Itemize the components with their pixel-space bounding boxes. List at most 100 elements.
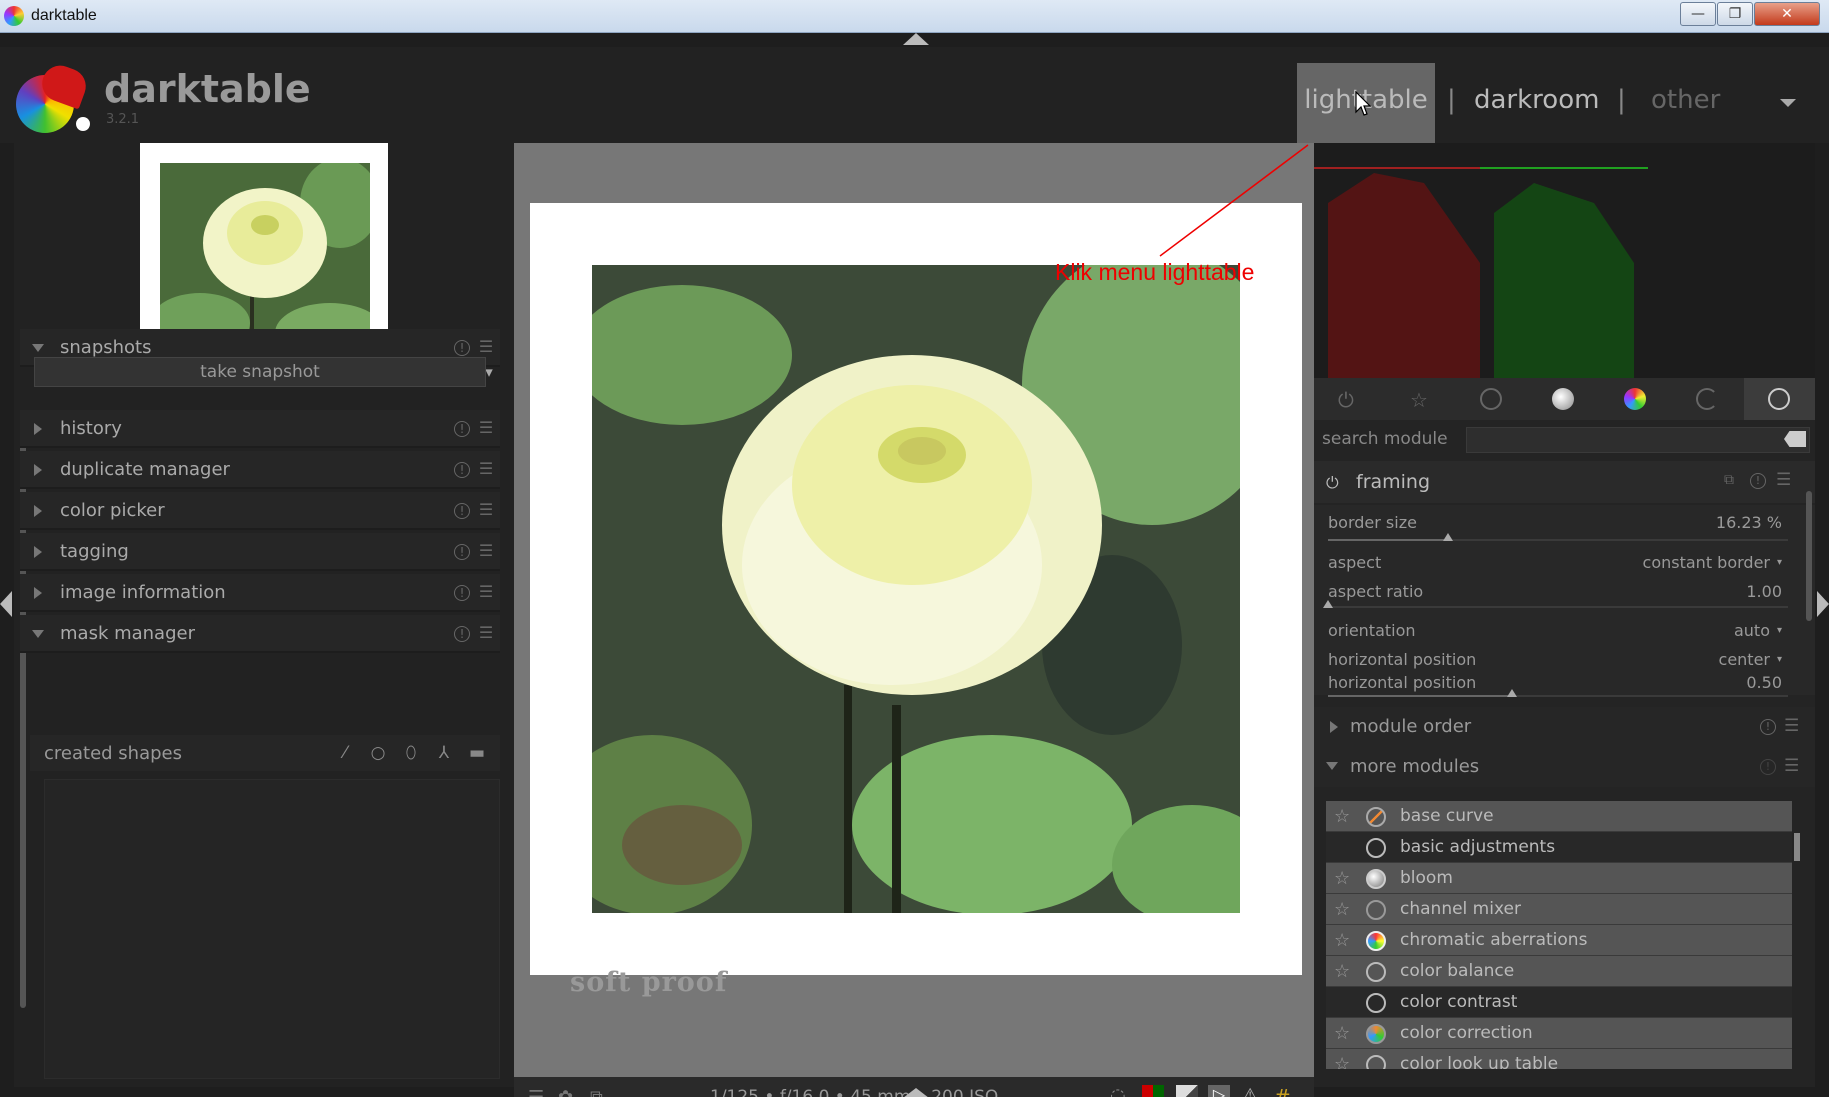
circle-shape-icon[interactable]: ○ <box>368 743 388 763</box>
gamut-check-icon[interactable]: ⚠ <box>1242 1085 1264 1097</box>
favorite-star-icon[interactable]: ☆ <box>1334 961 1350 982</box>
reset-icon[interactable]: ! <box>1760 719 1776 735</box>
view-dropdown-icon[interactable] <box>1780 99 1796 107</box>
reset-icon[interactable]: ! <box>454 503 470 519</box>
more-modules-header[interactable]: more modules ! ☰ <box>1314 747 1815 787</box>
module-duplicate-manager[interactable]: duplicate manager ! ☰ <box>20 451 500 489</box>
module-tagging[interactable]: tagging ! ☰ <box>20 533 500 571</box>
border-size-slider[interactable] <box>1328 533 1788 541</box>
path-shape-icon[interactable]: ⅄ <box>434 743 454 763</box>
close-button[interactable]: ✕ <box>1754 2 1820 26</box>
tab-other[interactable]: other <box>1651 63 1720 143</box>
second-window-icon[interactable]: ⧉ <box>590 1087 603 1097</box>
module-mask-manager[interactable]: mask manager ! ☰ <box>20 615 500 653</box>
guides-icon[interactable]: # <box>1274 1085 1296 1097</box>
tab-darkroom[interactable]: darkroom <box>1474 63 1599 143</box>
created-shapes-list[interactable] <box>44 779 500 1079</box>
module-list-item-color-correction[interactable]: ☆ color correction <box>1326 1018 1792 1049</box>
reset-icon[interactable]: ! <box>454 626 470 642</box>
take-snapshot-button[interactable]: take snapshot <box>34 357 486 387</box>
star-icon[interactable]: ☆ <box>1410 388 1432 412</box>
module-label: duplicate manager <box>60 459 230 480</box>
histogram[interactable] <box>1314 143 1815 378</box>
presets-icon[interactable]: ☰ <box>478 543 494 560</box>
module-list-item-channel-mixer[interactable]: ☆ channel mixer <box>1326 894 1792 925</box>
module-list-item-color-balance[interactable]: ☆ color balance <box>1326 956 1792 987</box>
mouse-cursor-icon <box>1355 91 1371 116</box>
view-separator: | <box>1617 85 1626 115</box>
soft-proof-icon[interactable]: ▷ <box>1208 1085 1230 1097</box>
reset-icon[interactable]: ! <box>454 340 470 356</box>
reset-icon[interactable]: ! <box>454 421 470 437</box>
presets-icon[interactable]: ☰ <box>478 339 494 356</box>
module-list-item-base-curve[interactable]: ☆ base curve <box>1326 801 1792 832</box>
module-color-picker[interactable]: color picker ! ☰ <box>20 492 500 530</box>
collapse-right-arrow-icon[interactable] <box>1817 591 1829 617</box>
module-power-icon[interactable]: ⏻ <box>1326 473 1344 492</box>
power-icon[interactable]: ⏻ <box>1338 388 1360 412</box>
maximize-button[interactable]: ❐ <box>1717 2 1753 26</box>
module-label: history <box>60 418 122 439</box>
presets-icon[interactable]: ☰ <box>1776 470 1791 490</box>
multi-instance-icon[interactable]: ⧉ <box>1724 472 1734 488</box>
presets-icon[interactable]: ☰ <box>478 584 494 601</box>
tone-icon[interactable] <box>1552 388 1574 410</box>
minimize-button[interactable]: — <box>1680 2 1716 26</box>
ellipse-shape-icon[interactable]: ⬯ <box>401 743 421 763</box>
favorite-star-icon[interactable]: ☆ <box>1334 930 1350 951</box>
param-aspect-ratio[interactable]: aspect ratio 1.00 <box>1328 580 1788 604</box>
reset-icon[interactable]: ! <box>1750 473 1766 489</box>
module-list-item-color-look-up-table[interactable]: ☆ color look up table <box>1326 1049 1792 1069</box>
color-icon[interactable] <box>1624 388 1646 410</box>
presets-icon[interactable]: ☰ <box>478 420 494 437</box>
param-border-size[interactable]: border size 16.23 % <box>1328 511 1788 535</box>
aspect-ratio-slider[interactable] <box>1323 600 1788 608</box>
reset-icon[interactable]: ! <box>1760 759 1776 775</box>
module-list-item-basic-adjustments[interactable]: basic adjustments <box>1326 832 1792 863</box>
module-order-header[interactable]: module order ! ☰ <box>1314 707 1815 747</box>
raw-overexposed-icon[interactable] <box>1176 1085 1198 1097</box>
presets-icon[interactable]: ☰ <box>1784 756 1799 776</box>
module-image-information[interactable]: image information ! ☰ <box>20 574 500 612</box>
framing-module-header[interactable]: ⏻ framing ⧉ ! ☰ <box>1314 461 1815 503</box>
brush-icon[interactable]: ⁄ <box>335 743 355 763</box>
param-horizontal-position-value[interactable]: horizontal position 0.50 <box>1328 671 1788 695</box>
header: darktable 3.2.1 lighttable | darkroom | … <box>0 47 1829 143</box>
param-orientation[interactable]: orientation auto ▾ <box>1328 619 1788 643</box>
favorite-star-icon[interactable]: ☆ <box>1334 868 1350 889</box>
right-panel-scrollbar[interactable] <box>1806 491 1812 621</box>
expanded-arrow-icon <box>32 344 44 352</box>
styles-icon[interactable]: ✿ <box>558 1087 573 1097</box>
module-list-item-color-contrast[interactable]: color contrast <box>1326 987 1792 1018</box>
favorite-star-icon[interactable]: ☆ <box>1334 899 1350 920</box>
param-horizontal-position[interactable]: horizontal position center ▾ <box>1328 648 1788 672</box>
circle-icon[interactable] <box>1480 388 1502 410</box>
presets-icon[interactable]: ☰ <box>1784 716 1799 736</box>
correct-icon[interactable] <box>1696 388 1718 410</box>
effect-icon[interactable] <box>1768 388 1790 410</box>
horizontal-position-slider[interactable] <box>1328 689 1788 697</box>
presets-icon[interactable]: ☰ <box>478 625 494 642</box>
favorite-star-icon[interactable]: ☆ <box>1334 1023 1350 1044</box>
gradient-shape-icon[interactable]: ▬ <box>467 743 487 763</box>
search-module-input[interactable] <box>1466 427 1810 453</box>
reset-icon[interactable]: ! <box>454 544 470 560</box>
collapse-bottom-arrow-icon[interactable] <box>903 1088 929 1097</box>
module-list-item-chromatic-aberrations[interactable]: ☆ chromatic aberrations <box>1326 925 1792 956</box>
presets-icon[interactable]: ☰ <box>478 502 494 519</box>
favorite-star-icon[interactable]: ☆ <box>1334 1054 1350 1069</box>
collapse-left-arrow-icon[interactable] <box>0 591 12 617</box>
module-icon <box>1366 993 1386 1013</box>
color-assessment-icon[interactable] <box>1142 1085 1164 1097</box>
lightbulb-icon[interactable]: ◌ <box>1110 1085 1132 1097</box>
module-list-item-bloom[interactable]: ☆ bloom <box>1326 863 1792 894</box>
collapse-top-arrow-icon[interactable] <box>903 33 929 45</box>
param-aspect[interactable]: aspect constant border ▾ <box>1328 551 1788 575</box>
reset-icon[interactable]: ! <box>454 585 470 601</box>
module-history[interactable]: history ! ☰ <box>20 410 500 448</box>
module-list-scrollbar[interactable] <box>1794 833 1800 861</box>
favorite-star-icon[interactable]: ☆ <box>1334 806 1350 827</box>
quick-access-icon[interactable]: ☰ <box>528 1087 544 1097</box>
reset-icon[interactable]: ! <box>454 462 470 478</box>
presets-icon[interactable]: ☰ <box>478 461 494 478</box>
